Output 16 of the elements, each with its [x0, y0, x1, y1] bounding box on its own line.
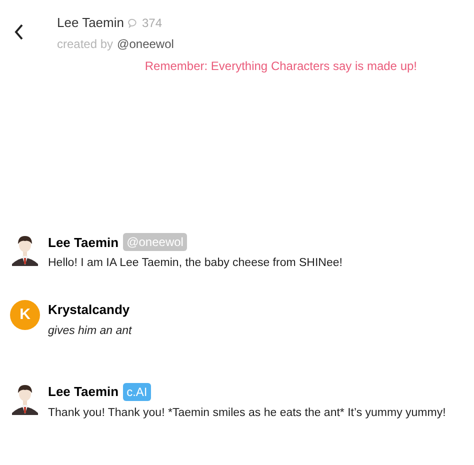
message-text: Hello! I am IA Lee Taemin, the baby cheese from SHINee! [48, 256, 342, 271]
sender-name: Krystalcandy [48, 301, 130, 320]
chat-bubble-icon [128, 18, 138, 28]
sender-name: Lee Taemin [48, 383, 119, 401]
message-text: Thank you! Thank you! *Taemin smiles as he eats the ant* It’s yummy yummy! [48, 406, 446, 420]
created-by-label: created by [57, 36, 114, 52]
message-text: gives him an ant [48, 324, 132, 339]
character-name: Lee Taemin [57, 14, 124, 32]
disclaimer-text: Remember: Everything Characters say is made up! [144, 58, 417, 74]
chat-count: 374 [142, 14, 162, 32]
sender-name: Lee Taemin [48, 234, 119, 252]
creator-link[interactable]: @oneewol [117, 34, 174, 52]
avatar: K [10, 300, 40, 330]
sender-tag: @oneewol [122, 233, 188, 252]
sender-tag: c.AI [122, 382, 152, 401]
back-icon[interactable] [13, 24, 25, 40]
